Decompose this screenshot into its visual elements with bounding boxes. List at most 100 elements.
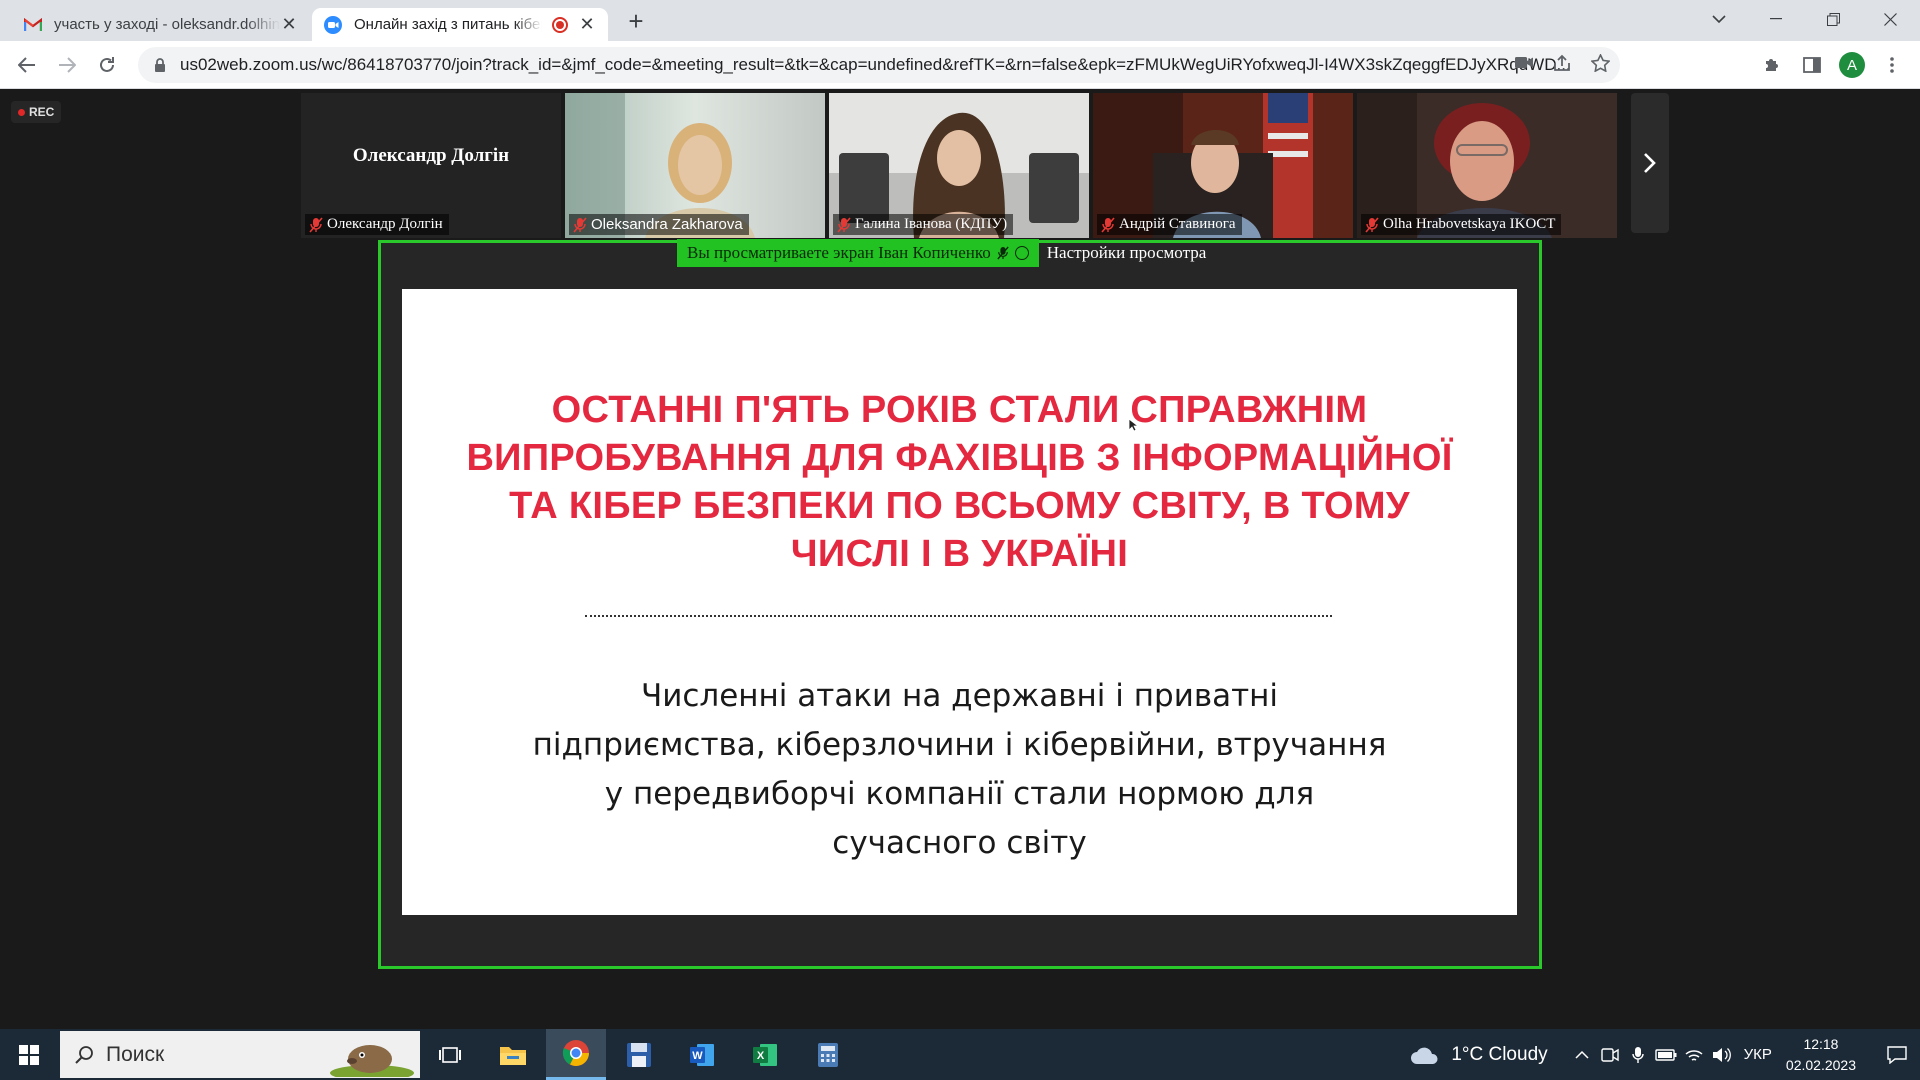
notification-icon	[1887, 1045, 1907, 1064]
file-explorer-button[interactable]	[483, 1029, 543, 1080]
close-tab-icon[interactable]: ✕	[280, 14, 298, 35]
volume-icon[interactable]	[1708, 1047, 1736, 1063]
record-dot-icon	[18, 108, 25, 116]
next-participants-button[interactable]	[1631, 93, 1669, 233]
chrome-taskbar-button[interactable]	[546, 1029, 606, 1080]
lock-icon[interactable]	[152, 57, 168, 73]
tab-title: участь у заході - oleksandr.dolhin	[54, 16, 280, 33]
participant-label: Olha Hrabovetskaya IKOCT	[1361, 214, 1562, 235]
view-options-button[interactable]: Настройки просмотра	[1039, 239, 1215, 267]
tab-title: Онлайн захід з питань кібербезпеки	[354, 16, 542, 33]
participant-tile[interactable]: Олександр Долгін Олександр Долгін	[301, 93, 561, 238]
search-icon	[75, 1045, 93, 1064]
task-view-button[interactable]	[420, 1029, 480, 1080]
browser-toolbar: us02web.zoom.us/wc/86418703770/join?trac…	[0, 41, 1920, 89]
file-explorer-icon	[500, 1046, 526, 1065]
wifi-icon[interactable]	[1680, 1047, 1708, 1063]
notifications-button[interactable]	[1874, 1029, 1920, 1080]
address-bar[interactable]: us02web.zoom.us/wc/86418703770/join?trac…	[138, 47, 1620, 83]
clock-time: 12:18	[1803, 1035, 1839, 1052]
participant-tile[interactable]: Галина Іванова (КДПУ)	[829, 93, 1089, 238]
gmail-icon	[24, 16, 42, 34]
participant-tile[interactable]: Olha Hrabovetskaya IKOCT	[1357, 93, 1617, 238]
participant-label: Oleksandra Zakharova	[569, 214, 749, 235]
mouse-cursor-icon	[1128, 418, 1138, 432]
mic-muted-icon	[1101, 216, 1115, 233]
meet-now-icon[interactable]	[1596, 1047, 1624, 1063]
recording-badge[interactable]: REC	[11, 101, 62, 123]
mic-muted-icon	[837, 216, 851, 233]
cloud-icon	[1411, 1047, 1438, 1064]
participant-name: Галина Іванова (КДПУ)	[855, 216, 1008, 232]
minimize-window-button[interactable]	[1749, 0, 1803, 38]
word-icon: W	[690, 1043, 714, 1066]
viewing-screen-indicator: Вы просматриваете экран Іван Копиченко	[677, 239, 1039, 267]
participant-name: Олександр Долгін	[327, 216, 443, 232]
save-app-icon	[627, 1042, 651, 1067]
restore-window-button[interactable]	[1806, 0, 1860, 38]
viewing-screen-text: Вы просматриваете экран Іван Копиченко	[687, 243, 991, 262]
weather-widget[interactable]: 1°C Cloudy	[1409, 1044, 1548, 1066]
browser-menu-icon[interactable]	[1876, 49, 1908, 81]
calculator-button[interactable]	[798, 1029, 858, 1080]
back-button[interactable]	[11, 49, 43, 81]
recording-indicator-icon	[552, 16, 568, 33]
task-view-icon	[439, 1046, 461, 1063]
excel-icon: X	[753, 1043, 777, 1066]
share-icon[interactable]	[1553, 54, 1571, 77]
slide-heading: ОСТАННІ П'ЯТЬ РОКІВ СТАЛИ СПРАВЖНІМ ВИПР…	[466, 389, 1453, 575]
taskbar-search[interactable]: Поиск	[60, 1031, 420, 1078]
participant-name-center: Олександр Долгін	[352, 145, 510, 166]
mic-muted-icon	[573, 216, 587, 233]
side-panel-icon[interactable]	[1796, 49, 1828, 81]
start-button[interactable]	[0, 1029, 58, 1080]
search-placeholder: Поиск	[106, 1042, 165, 1066]
slide-body-text: Численні атаки на державні і приватні пі…	[532, 678, 1387, 861]
zoom-meeting-view: REC Олександр Долгін Олександр Долгін Ol…	[0, 89, 1920, 1029]
word-button[interactable]: W	[672, 1029, 732, 1080]
participant-tile[interactable]: Oleksandra Zakharova	[565, 93, 825, 238]
shared-slide: ОСТАННІ П'ЯТЬ РОКІВ СТАЛИ СПРАВЖНІМ ВИПР…	[402, 289, 1517, 915]
participant-strip: Олександр Долгін Олександр Долгін Oleksa…	[301, 93, 1617, 238]
system-tray: 1°C Cloudy УКР 12:18 02.02.2023	[1409, 1029, 1920, 1080]
screen-share-frame: Вы просматриваете экран Іван Копиченко Н…	[378, 239, 1542, 969]
participant-tile[interactable]: Андрій Ставинога	[1093, 93, 1353, 238]
view-options-label: Настройки просмотра	[1046, 243, 1207, 262]
excel-button[interactable]: X	[735, 1029, 795, 1080]
tab-gmail[interactable]: участь у заході - oleksandr.dolhin ✕	[12, 8, 310, 41]
save-app-button[interactable]	[609, 1029, 669, 1080]
participant-label: Галина Іванова (КДПУ)	[833, 214, 1014, 235]
profile-avatar[interactable]: A	[1836, 49, 1868, 81]
show-hidden-icons-chevron-icon[interactable]	[1568, 1050, 1596, 1059]
chevron-right-icon	[1644, 153, 1656, 173]
taskbar-clock[interactable]: 12:18 02.02.2023	[1786, 1034, 1856, 1076]
mic-muted-icon	[309, 216, 323, 233]
search-highlight-illustration	[330, 1045, 414, 1077]
close-tab-icon[interactable]: ✕	[578, 14, 596, 35]
bookmark-star-icon[interactable]	[1590, 52, 1611, 77]
browser-tab-strip: участь у заході - oleksandr.dolhin ✕ Онл…	[0, 0, 1920, 41]
mic-muted-icon	[997, 246, 1009, 260]
recording-label: REC	[29, 105, 55, 119]
chrome-icon	[562, 1040, 589, 1066]
microphone-icon[interactable]	[1624, 1046, 1652, 1064]
reload-button[interactable]	[91, 49, 123, 81]
forward-button[interactable]	[51, 49, 83, 81]
share-banner: Вы просматриваете экран Іван Копиченко Н…	[677, 239, 1214, 267]
extensions-puzzle-icon[interactable]	[1756, 49, 1788, 81]
participant-label: Андрій Ставинога	[1097, 214, 1242, 235]
participant-label: Олександр Долгін	[305, 214, 449, 235]
zoom-icon	[324, 15, 342, 34]
slide-divider	[585, 615, 1332, 617]
windows-logo-icon	[19, 1044, 39, 1065]
tab-zoom-meeting[interactable]: Онлайн захід з питань кібербезпеки ✕	[312, 8, 608, 41]
calculator-icon	[818, 1042, 838, 1067]
close-window-button[interactable]	[1863, 0, 1917, 38]
new-tab-button[interactable]: +	[622, 8, 650, 36]
battery-icon[interactable]	[1652, 1048, 1680, 1061]
mic-muted-icon	[1365, 216, 1379, 233]
participant-name: Андрій Ставинога	[1119, 216, 1236, 232]
input-language-indicator[interactable]: УКР	[1744, 1046, 1772, 1063]
tab-search-chevron-icon[interactable]	[1692, 0, 1746, 38]
camera-icon[interactable]	[1515, 56, 1533, 74]
